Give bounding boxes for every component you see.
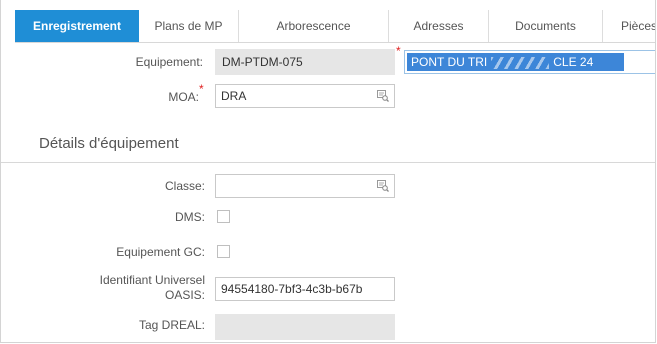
tab-divider bbox=[15, 42, 655, 43]
tab-arborescence[interactable]: Arborescence bbox=[239, 10, 389, 42]
record-form-panel: Enregistrement Plans de MP Arborescence … bbox=[0, 0, 656, 343]
selected-description-text: PONT DU TRI CLE 24 bbox=[407, 53, 624, 71]
section-title: Détails d'équipement bbox=[39, 135, 179, 152]
tab-plans-de-mp[interactable]: Plans de MP bbox=[139, 10, 239, 42]
tab-enregistrement[interactable]: Enregistrement bbox=[15, 10, 139, 42]
dms-label: DMS: bbox=[175, 210, 205, 224]
required-marker: * bbox=[199, 82, 204, 96]
tag-dreal-label: Tag DREAL: bbox=[138, 318, 205, 332]
tag-dreal-field bbox=[215, 314, 395, 340]
classe-label: Classe: bbox=[164, 179, 205, 193]
identifiant-label: Identifiant Universel OASIS: bbox=[41, 273, 205, 303]
equipement-gc-label: Equipement GC: bbox=[116, 245, 205, 259]
lookup-icon[interactable] bbox=[377, 180, 389, 192]
classe-input[interactable] bbox=[215, 174, 395, 198]
identifiant-input[interactable]: 94554180-7bf3-4c3b-b67b bbox=[215, 277, 395, 301]
equipement-description-input[interactable]: PONT DU TRI CLE 24 bbox=[404, 50, 655, 74]
moa-label: MOA: bbox=[168, 90, 199, 104]
equipement-label: Equipement: bbox=[135, 55, 203, 69]
moa-value: DRA bbox=[221, 89, 247, 103]
identifiant-label-line2: OASIS: bbox=[164, 288, 205, 302]
tab-pieces[interactable]: Pièces bbox=[603, 10, 655, 42]
identifiant-label-line1: Identifiant Universel bbox=[99, 273, 205, 287]
tab-bar: Enregistrement Plans de MP Arborescence … bbox=[15, 10, 655, 42]
equipement-gc-checkbox[interactable] bbox=[217, 245, 230, 258]
equipement-code-field: DM-PTDM-075 bbox=[215, 49, 395, 75]
moa-input[interactable]: DRA bbox=[215, 84, 395, 108]
lookup-icon[interactable] bbox=[377, 90, 389, 102]
redacted-text-area bbox=[491, 56, 550, 69]
tab-adresses[interactable]: Adresses bbox=[389, 10, 489, 42]
tab-documents[interactable]: Documents bbox=[489, 10, 603, 42]
dms-checkbox[interactable] bbox=[217, 210, 230, 223]
section-divider bbox=[1, 162, 655, 163]
required-marker: * bbox=[396, 44, 401, 58]
